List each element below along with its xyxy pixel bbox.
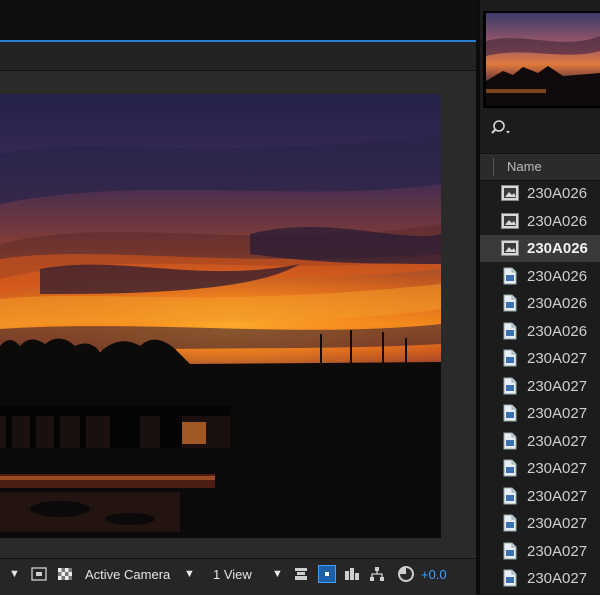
active-camera-dropdown[interactable]: Active Camera xyxy=(85,567,170,583)
view-layout-dropdown[interactable]: 1 View xyxy=(213,567,252,583)
image-file-icon xyxy=(503,487,517,504)
project-item-label: 230A027 xyxy=(527,432,588,450)
dropdown-arrow-icon[interactable]: ▼ xyxy=(9,566,20,582)
project-item-label: 230A026 xyxy=(527,185,588,202)
project-item-row[interactable]: 230A027 xyxy=(480,538,600,565)
composition-tab-bar[interactable] xyxy=(0,42,476,71)
project-item-row[interactable]: 230A027 xyxy=(480,510,600,537)
project-item-label: 230A027 xyxy=(527,350,588,367)
project-search-bar[interactable] xyxy=(480,112,600,144)
fast-previews-icon[interactable] xyxy=(318,565,336,583)
column-divider xyxy=(493,158,494,176)
project-item-label: 230A026 xyxy=(527,240,588,257)
project-item-label: 230A026 xyxy=(527,295,588,312)
project-item-label: 230A027 xyxy=(527,515,588,532)
view-dropdown-arrow-icon[interactable]: ▼ xyxy=(272,566,283,582)
project-item-row[interactable]: 230A026 xyxy=(480,235,600,262)
transparency-grid-icon[interactable] xyxy=(57,566,73,582)
project-item-row[interactable]: 230A027 xyxy=(480,428,600,455)
project-item-label: 230A027 xyxy=(527,487,588,505)
image-file-icon xyxy=(503,404,517,422)
composition-footage-icon xyxy=(501,185,519,201)
project-item-row[interactable]: 230A026 xyxy=(480,180,600,207)
search-icon[interactable] xyxy=(491,119,513,137)
project-item-row[interactable]: 230A026 xyxy=(480,290,600,317)
project-item-row[interactable]: 230A027 xyxy=(480,455,600,482)
project-item-row[interactable]: 230A027 xyxy=(480,373,600,400)
reset-exposure-icon[interactable] xyxy=(397,565,415,583)
project-item-label: 230A026 xyxy=(527,267,588,285)
project-item-label: 230A026 xyxy=(527,322,588,340)
composition-title-bar xyxy=(0,0,476,40)
timeline-icon[interactable] xyxy=(344,566,360,582)
project-item-row[interactable]: 230A027 xyxy=(480,345,600,372)
project-item-label: 230A027 xyxy=(527,377,588,395)
exposure-value[interactable]: +0.0 xyxy=(421,567,447,583)
region-of-interest-icon[interactable] xyxy=(31,566,47,582)
thumbnail-image xyxy=(483,11,600,108)
toggle-pixel-aspect-icon[interactable] xyxy=(293,566,309,582)
project-item-row[interactable]: 230A026 xyxy=(480,263,600,290)
camera-dropdown-arrow-icon[interactable]: ▼ xyxy=(184,566,195,582)
image-file-icon xyxy=(503,514,517,532)
flowchart-icon[interactable] xyxy=(369,566,385,582)
project-item-row[interactable]: 230A026 xyxy=(480,318,600,345)
image-file-icon xyxy=(503,322,517,339)
image-file-icon xyxy=(503,294,517,312)
image-file-icon xyxy=(503,542,517,559)
name-column-label: Name xyxy=(507,159,542,174)
project-item-row[interactable]: 230A026 xyxy=(480,208,600,235)
image-file-icon xyxy=(503,459,517,477)
composition-footage-icon xyxy=(501,240,519,256)
image-file-icon xyxy=(503,267,517,284)
image-file-icon xyxy=(503,569,517,587)
project-item-row[interactable]: 230A027 xyxy=(480,565,600,592)
project-item-row[interactable]: 230A027 xyxy=(480,400,600,427)
project-item-row[interactable]: 230A027 xyxy=(480,483,600,510)
sunset-image xyxy=(0,94,441,538)
composition-frame-sunset-image[interactable] xyxy=(0,94,441,538)
project-item-label: 230A027 xyxy=(527,542,588,560)
project-item-label: 230A026 xyxy=(527,212,588,230)
image-file-icon xyxy=(503,349,517,367)
composition-footage-icon xyxy=(501,212,519,229)
project-item-label: 230A027 xyxy=(527,405,588,422)
project-thumbnail xyxy=(483,11,600,108)
project-item-label: 230A027 xyxy=(527,570,588,587)
image-file-icon xyxy=(503,377,517,394)
image-file-icon xyxy=(503,432,517,449)
project-item-label: 230A027 xyxy=(527,460,588,477)
name-column-header[interactable]: Name xyxy=(480,153,600,181)
